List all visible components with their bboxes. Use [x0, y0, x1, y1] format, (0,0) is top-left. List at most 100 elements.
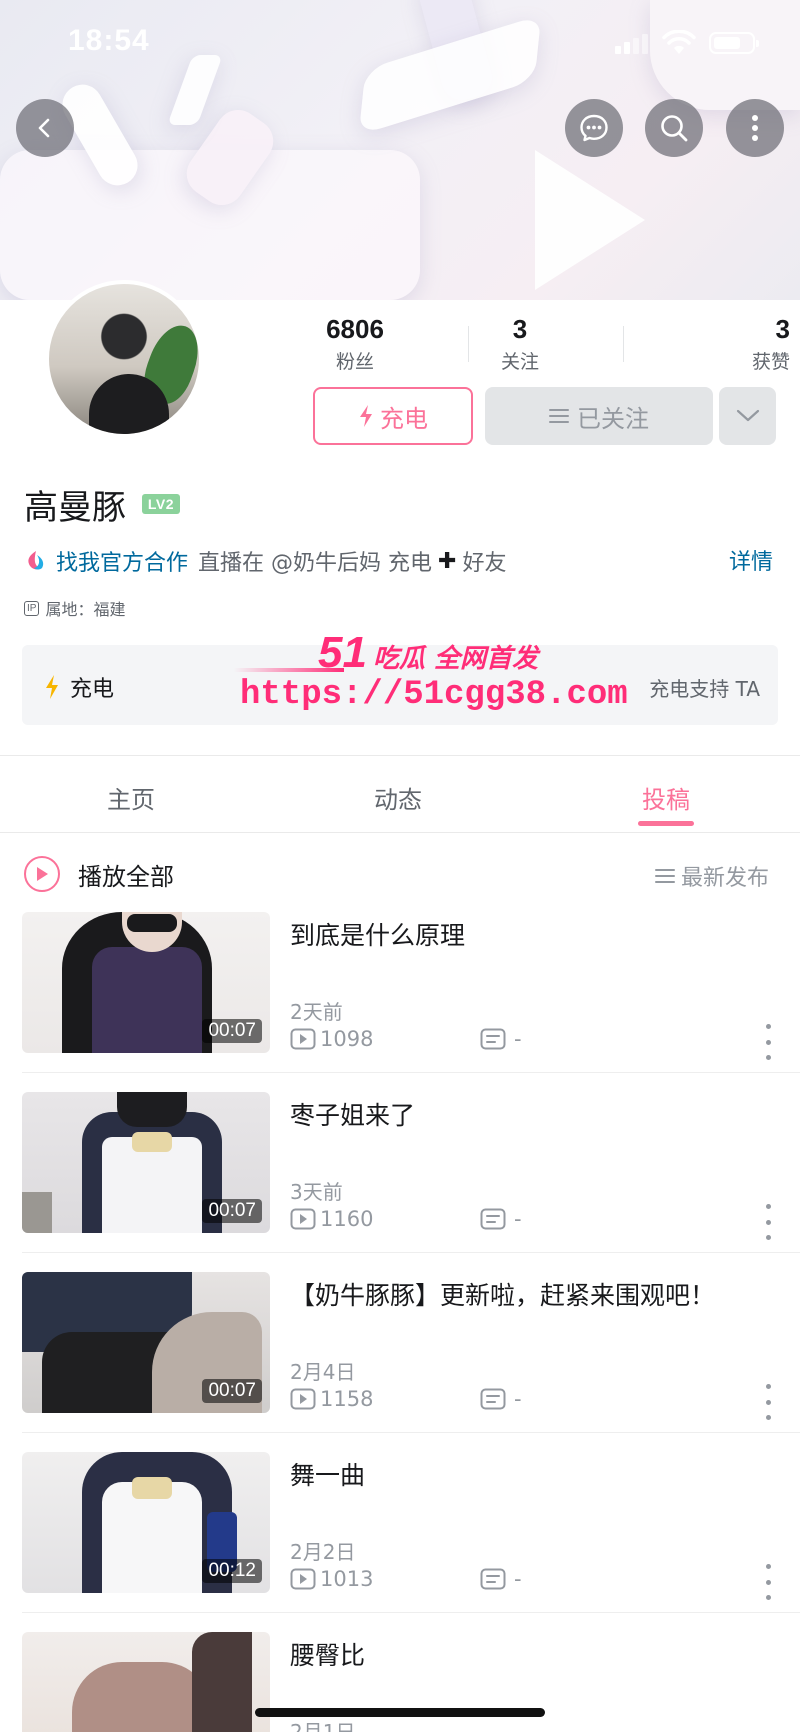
stat-following[interactable]: 3 关注 — [465, 314, 575, 374]
stat-likes[interactable]: 3 获赞 — [680, 314, 790, 374]
video-date: 3天前 — [290, 1180, 343, 1204]
expand-button[interactable] — [719, 387, 776, 445]
bio-friend: 好友 — [462, 551, 507, 576]
video-meta: 1158 - — [290, 1387, 770, 1417]
tab-home[interactable]: 主页 — [71, 780, 191, 815]
divider — [0, 755, 800, 756]
charge-card-left: 充电 — [44, 671, 114, 703]
video-thumbnail[interactable]: 00:12 — [22, 1452, 270, 1593]
video-thumbnail[interactable]: 00:07 — [22, 912, 270, 1053]
video-meta: 1160 - — [290, 1207, 770, 1237]
lightning-icon — [46, 675, 58, 699]
avatar[interactable] — [45, 280, 203, 438]
video-plays: 1160 — [290, 1207, 373, 1231]
charge-button-label: 充电 — [380, 404, 428, 433]
details-link[interactable]: 详情 — [729, 544, 773, 576]
video-duration: 00:07 — [202, 1379, 262, 1403]
video-title: 到底是什么原理 — [290, 921, 466, 950]
play-all-button[interactable]: 播放全部 — [24, 856, 174, 892]
video-title: 枣子姐来了 — [290, 1101, 416, 1130]
following-button[interactable]: 已关注 — [485, 387, 713, 445]
divider — [0, 832, 800, 833]
more-button[interactable] — [726, 99, 784, 157]
video-thumbnail[interactable]: 00:07 — [22, 1272, 270, 1413]
video-duration: 00:07 — [202, 1019, 262, 1043]
danmaku-icon — [480, 1208, 506, 1230]
stat-fans[interactable]: 6806 粉丝 — [300, 314, 410, 374]
video-plays: 1098 — [290, 1027, 373, 1051]
username: 高曼豚 — [24, 488, 126, 528]
tab-posts[interactable]: 投稿 — [606, 780, 726, 815]
video-more-icon[interactable] — [758, 1024, 778, 1060]
back-button[interactable] — [16, 99, 74, 157]
watermark-line — [234, 668, 344, 672]
wifi-icon — [662, 30, 696, 54]
ip-location-text: 属地：福建 — [45, 600, 126, 619]
video-more-icon[interactable] — [758, 1384, 778, 1420]
video-item[interactable]: 00:07 【奶牛豚豚】更新啦，赶紧来围观吧！ 2月4日 1158 - — [0, 1272, 800, 1452]
video-more-icon[interactable] — [758, 1564, 778, 1600]
chevron-down-icon — [736, 409, 759, 422]
profile-stats: 6806 粉丝 3 关注 3 获赞 — [300, 314, 790, 374]
battery-icon — [709, 32, 759, 54]
divider — [623, 326, 624, 362]
video-danmaku: - — [480, 1207, 522, 1231]
stat-value: 3 — [512, 314, 528, 344]
chevron-left-icon — [38, 118, 50, 138]
video-thumbnail[interactable]: 00:07 — [22, 1092, 270, 1233]
sort-icon — [655, 869, 675, 883]
danmaku-icon — [480, 1028, 506, 1050]
sort-button[interactable]: 最新发布 — [655, 860, 769, 892]
video-danmaku-count: - — [514, 1387, 522, 1411]
home-indicator — [255, 1708, 545, 1717]
play-circle-icon — [24, 856, 60, 892]
video-item[interactable]: 00:12 舞一曲 2月2日 1013 - — [0, 1452, 800, 1632]
play-all-label: 播放全部 — [78, 862, 174, 891]
video-date: 2月2日 — [290, 1540, 356, 1564]
message-button[interactable] — [565, 99, 623, 157]
stat-label: 关注 — [500, 351, 539, 373]
video-danmaku: - — [480, 1567, 522, 1591]
play-count-icon — [290, 1568, 316, 1590]
tab-active-indicator — [638, 821, 694, 826]
danmaku-icon — [480, 1568, 506, 1590]
status-bar: 18:54 — [0, 0, 800, 90]
search-button[interactable] — [645, 99, 703, 157]
menu-lines-icon — [549, 409, 569, 423]
stat-label: 粉丝 — [335, 351, 374, 373]
stat-value: 3 — [775, 314, 790, 344]
divider — [22, 1612, 800, 1613]
video-duration: 00:12 — [202, 1559, 262, 1583]
video-meta: 1013 - — [290, 1567, 770, 1597]
lightning-icon — [360, 405, 372, 427]
divider — [22, 1252, 800, 1253]
chat-bubble-icon — [580, 114, 608, 142]
video-more-icon[interactable] — [758, 1204, 778, 1240]
video-danmaku: - — [480, 1027, 522, 1051]
tab-dynamic[interactable]: 动态 — [338, 780, 458, 815]
video-item[interactable]: 腰臀比 2月1日 — [0, 1632, 800, 1732]
sort-label: 最新发布 — [681, 866, 770, 891]
stat-label: 获赞 — [751, 351, 790, 373]
divider — [22, 1432, 800, 1433]
video-title: 腰臀比 — [290, 1641, 366, 1670]
bio: 找我官方合作 直播在 @奶牛后妈 充电 ✚ 好友 — [24, 545, 744, 577]
video-duration: 00:07 — [202, 1199, 262, 1223]
banner-shape — [535, 150, 645, 290]
divider — [22, 1072, 800, 1073]
video-play-count: 1098 — [320, 1027, 374, 1051]
status-time: 18:54 — [68, 24, 150, 57]
video-item[interactable]: 00:07 枣子姐来了 3天前 1160 - — [0, 1092, 800, 1272]
video-date: 2月4日 — [290, 1360, 356, 1384]
video-date: 2月1日 — [290, 1720, 356, 1732]
video-item[interactable]: 00:07 到底是什么原理 2天前 1098 - — [0, 912, 800, 1092]
watermark-text: 吃瓜 全网首发 — [372, 644, 539, 674]
video-plays: 1158 — [290, 1387, 373, 1411]
charge-button[interactable]: 充电 — [313, 387, 473, 445]
video-play-count: 1013 — [320, 1567, 374, 1591]
level-badge: LV2 — [142, 494, 180, 514]
official-cooperation-link[interactable]: 找我官方合作 — [56, 545, 188, 577]
play-count-icon — [290, 1028, 316, 1050]
video-thumbnail[interactable] — [22, 1632, 270, 1732]
watermark-brand: 51 吃瓜 全网首发 — [318, 628, 538, 678]
